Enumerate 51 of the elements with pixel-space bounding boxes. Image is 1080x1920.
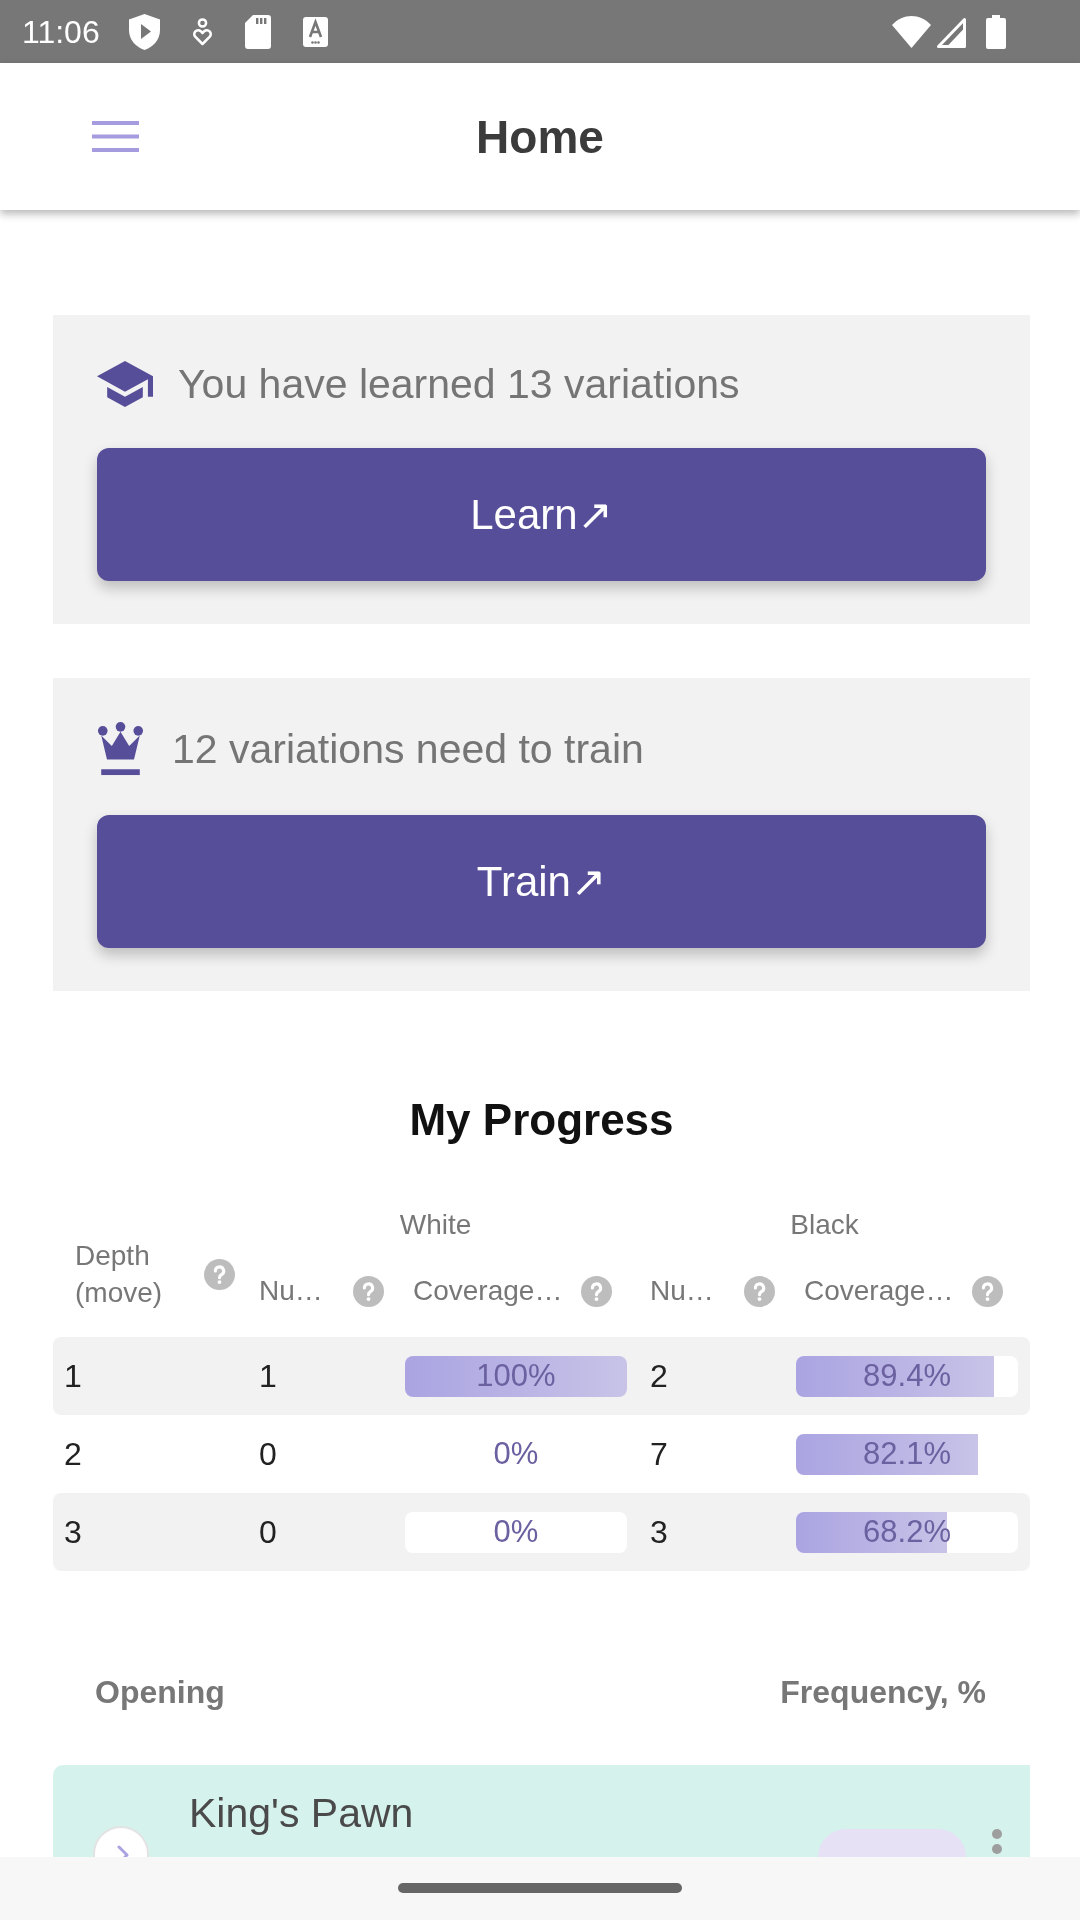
wifi-icon xyxy=(892,15,931,48)
help-icon[interactable] xyxy=(972,1275,1004,1307)
signal-icon xyxy=(935,15,966,48)
column-header: Frequency, % xyxy=(780,1673,986,1712)
table-cell-text: 1 xyxy=(64,1357,83,1396)
chevron-icon xyxy=(116,1845,129,1857)
coverage-value: 0% xyxy=(493,1513,539,1551)
table-cell-text: 0 xyxy=(259,1435,278,1474)
column-group-header: White xyxy=(398,1208,473,1242)
help-icon[interactable] xyxy=(204,1258,235,1290)
menu-icon[interactable] xyxy=(92,121,139,152)
opening-name: King's Pawn xyxy=(189,1789,415,1838)
crown-icon xyxy=(97,722,144,776)
table-cell-text: 2 xyxy=(650,1357,669,1396)
table-cell-text: 2 xyxy=(64,1435,83,1474)
table-cell-text: 7 xyxy=(650,1435,669,1474)
more-icon[interactable] xyxy=(992,1829,1002,1854)
column-header: Coverage… xyxy=(804,1274,954,1308)
column-header: Coverage… xyxy=(413,1274,563,1308)
summary-message: You have learned 13 variations xyxy=(178,360,740,409)
column-header: Depth (move) xyxy=(75,1239,164,1310)
table-cell-text: 3 xyxy=(650,1513,669,1552)
column-header: Opening xyxy=(95,1673,225,1712)
coverage-value: 100% xyxy=(476,1357,556,1395)
help-icon[interactable] xyxy=(743,1275,775,1307)
opening-card[interactable]: King's Pawn xyxy=(53,1765,1030,1857)
summary-message: 12 variations need to train xyxy=(172,725,644,774)
home-handle[interactable] xyxy=(398,1883,682,1893)
battery-icon xyxy=(986,14,1006,49)
coverage-value: 89.4% xyxy=(863,1357,951,1395)
column-group-header: Black xyxy=(789,1208,860,1242)
heart-icon xyxy=(191,17,213,46)
help-icon[interactable] xyxy=(352,1275,384,1307)
table-cell-text: 3 xyxy=(64,1513,83,1552)
train-button[interactable]: Train↗ xyxy=(97,815,986,948)
table-cell-text: 0 xyxy=(259,1513,278,1552)
learn-button[interactable]: Learn↗ xyxy=(97,448,986,581)
sd-card-icon xyxy=(244,14,271,49)
table-cell-text: 1 xyxy=(259,1357,278,1396)
expand-button[interactable] xyxy=(93,1826,149,1857)
coverage-value: 0% xyxy=(493,1435,539,1473)
status-time: 11:06 xyxy=(22,12,100,52)
column-header: Nu… xyxy=(259,1274,323,1308)
shield-icon xyxy=(128,13,160,50)
coverage-value: 82.1% xyxy=(863,1435,951,1473)
screen-title: Home xyxy=(476,109,604,165)
font-icon xyxy=(302,16,328,47)
graduation-cap-icon xyxy=(97,361,153,407)
section-title: My Progress xyxy=(408,1094,675,1146)
column-header: Nu… xyxy=(650,1274,714,1308)
help-icon[interactable] xyxy=(581,1275,613,1307)
